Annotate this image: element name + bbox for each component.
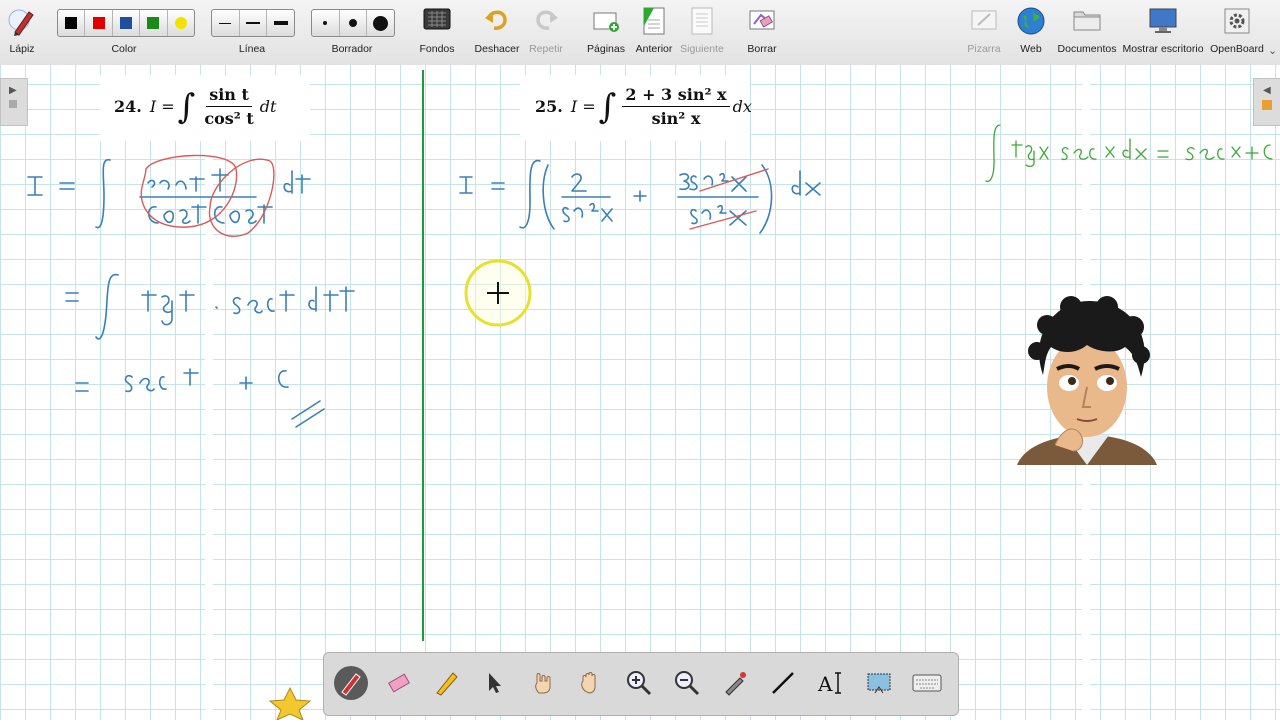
previous-label: Anterior	[635, 43, 673, 55]
star-sticker-icon	[268, 686, 314, 725]
settings-gear-icon[interactable]	[1222, 6, 1252, 41]
toolbar-expand-icon[interactable]: ⌄	[1268, 44, 1277, 57]
pan-hand-icon[interactable]	[574, 666, 608, 700]
line-thin[interactable]	[212, 10, 240, 36]
eraser-small[interactable]	[312, 10, 340, 36]
web-globe-icon[interactable]	[1016, 6, 1046, 41]
undo-icon[interactable]	[483, 6, 511, 39]
laser-pointer-icon[interactable]	[718, 666, 752, 700]
eraser-size-picker[interactable]	[311, 9, 395, 37]
color-label: Color	[111, 43, 137, 55]
line-width-picker[interactable]	[211, 9, 295, 37]
color-picker[interactable]	[57, 9, 195, 37]
interact-hand-icon[interactable]	[526, 666, 560, 700]
color-yellow[interactable]	[168, 10, 194, 36]
color-blue[interactable]	[113, 10, 141, 36]
zoom-in-icon[interactable]	[622, 666, 656, 700]
highlighter-tool-button[interactable]	[430, 666, 464, 700]
line-medium[interactable]	[240, 10, 268, 36]
documents-folder-icon[interactable]	[1071, 6, 1103, 39]
next-page-icon[interactable]	[688, 6, 716, 41]
pencil-label: Lápiz	[9, 43, 35, 55]
previous-page-icon[interactable]	[640, 6, 668, 41]
show-desktop-icon[interactable]	[1147, 6, 1179, 41]
clear-label: Borrar	[747, 43, 777, 55]
backgrounds-label: Fondos	[419, 43, 455, 55]
redo-label: Repetir	[529, 43, 563, 55]
main-toolbar: Lápiz Color Línea Borrador Fondos Deshac…	[0, 0, 1280, 66]
capture-tool-icon[interactable]	[862, 666, 896, 700]
add-page-icon[interactable]	[591, 6, 621, 39]
eraser-tool-button[interactable]	[382, 666, 416, 700]
whiteboard-canvas[interactable]: ▶ ◀ 24. I = ∫ sin t cos² t dt 25. I = ∫ …	[0, 65, 1280, 720]
zoom-out-icon[interactable]	[670, 666, 704, 700]
eraser-medium[interactable]	[340, 10, 368, 36]
color-red[interactable]	[85, 10, 113, 36]
documents-label: Documentos	[1057, 43, 1117, 55]
avatar-sticker	[1015, 295, 1160, 480]
text-tool-icon[interactable]: A	[814, 666, 848, 700]
show-desktop-label: Mostrar escritorio	[1122, 43, 1204, 55]
backgrounds-icon[interactable]	[422, 6, 452, 37]
line-tool-icon[interactable]	[766, 666, 800, 700]
color-black[interactable]	[58, 10, 86, 36]
pages-label: Páginas	[587, 43, 625, 55]
pen-tool-button[interactable]	[334, 666, 368, 700]
board-label: Pizarra	[967, 43, 1001, 55]
select-arrow-icon[interactable]	[478, 666, 512, 700]
openboard-label: OpenBoard	[1210, 43, 1264, 55]
stylus-palette: A	[323, 652, 959, 716]
line-label: Línea	[238, 43, 266, 55]
eraser-large[interactable]	[367, 10, 394, 36]
pencil-icon[interactable]	[7, 6, 37, 43]
board-icon[interactable]	[969, 6, 999, 39]
undo-label: Deshacer	[474, 43, 520, 55]
eraser-label: Borrador	[331, 43, 373, 55]
virtual-keyboard-icon[interactable]	[910, 666, 944, 700]
svg-text:A: A	[817, 672, 833, 696]
clear-page-icon[interactable]	[747, 6, 777, 39]
color-green[interactable]	[140, 10, 168, 36]
redo-icon[interactable]	[532, 6, 560, 39]
web-label: Web	[1020, 43, 1042, 55]
next-label: Siguiente	[680, 43, 724, 55]
line-thick[interactable]	[267, 10, 294, 36]
